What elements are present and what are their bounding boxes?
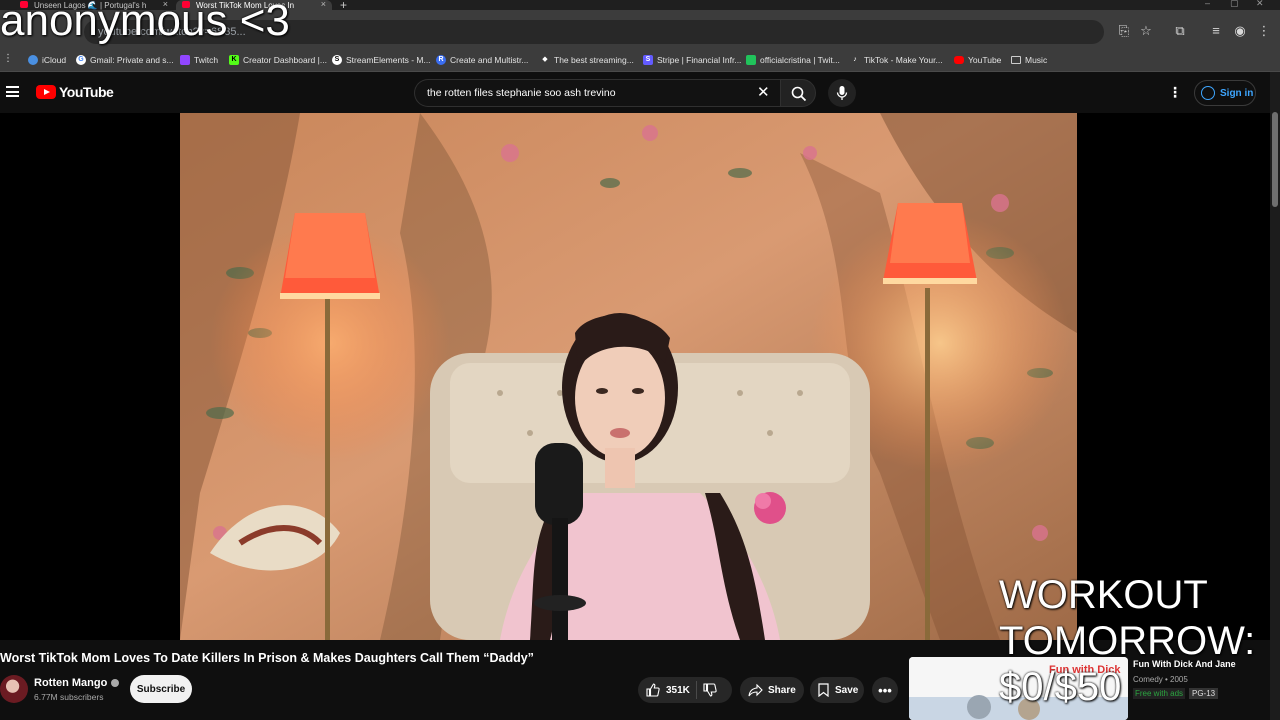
search-icon — [791, 86, 807, 102]
stripe-icon: S — [643, 55, 653, 65]
bookmark-item[interactable]: S Stripe | Financial Infr... — [643, 53, 741, 67]
twitch-icon — [180, 55, 190, 65]
maximize-icon[interactable]: ▢ — [1230, 0, 1239, 9]
clear-search-icon[interactable]: ✕ — [757, 83, 770, 101]
goal-line: TOMORROW: — [999, 619, 1256, 663]
settings-menu-icon[interactable]: ⋮ — [1168, 84, 1182, 101]
video-frame[interactable] — [180, 113, 1077, 640]
browser-menu-icon[interactable]: ⋮ — [1256, 23, 1272, 39]
google-icon: G — [76, 55, 86, 65]
bookmark-item[interactable]: Twitch — [180, 53, 218, 67]
bookmark-icon — [818, 683, 829, 697]
streamelements-icon: S — [332, 55, 342, 65]
tiktok-icon: ♪ — [853, 56, 857, 63]
like-dislike-group: 351K — [638, 677, 732, 703]
youtube-play-icon — [36, 85, 56, 99]
kick-icon: K — [229, 55, 239, 65]
account-icon — [1201, 86, 1215, 100]
diamond-icon: ◆ — [542, 56, 548, 63]
sign-in-button[interactable]: Sign in — [1194, 80, 1256, 106]
more-horizontal-icon: ••• — [878, 682, 892, 698]
goal-line: WORKOUT — [999, 573, 1208, 617]
bookmark-item[interactable]: officialcristina | Twit... — [746, 53, 840, 67]
scrollbar-thumb[interactable] — [1272, 112, 1278, 207]
thumbs-down-icon — [703, 683, 717, 697]
subscribe-button[interactable]: Subscribe — [130, 675, 192, 703]
share-button[interactable]: Share — [740, 677, 804, 703]
bookmark-item[interactable]: G Gmail: Private and s... — [76, 53, 174, 67]
search-button[interactable] — [780, 79, 816, 107]
bookmark-item[interactable]: YouTube — [954, 53, 1001, 67]
save-button[interactable]: Save — [810, 677, 864, 703]
bookmark-item[interactable]: K Creator Dashboard |... — [229, 53, 327, 67]
media-control-icon[interactable]: ≡ — [1208, 23, 1224, 38]
restream-icon: R — [436, 55, 446, 65]
voice-search-button[interactable] — [828, 79, 856, 107]
extensions-icon[interactable]: ⧉ — [1172, 23, 1188, 39]
minimize-icon[interactable]: – — [1205, 0, 1210, 8]
channel-avatar[interactable] — [0, 675, 28, 703]
microphone-icon — [836, 86, 848, 100]
dislike-button[interactable] — [703, 683, 717, 697]
youtube-logo[interactable]: YouTube — [36, 84, 114, 100]
video-frame-image — [180, 113, 1077, 640]
bookmark-item[interactable]: iCloud — [28, 53, 66, 67]
verified-badge-icon — [111, 679, 120, 687]
thumbs-up-icon — [646, 683, 660, 697]
stream-overlay-goal: WORKOUT TOMORROW: $0/$50 — [999, 572, 1280, 710]
cloud-icon — [28, 55, 38, 65]
apps-grid-icon[interactable]: ⋮ — [0, 53, 16, 64]
close-icon[interactable]: × — [321, 0, 326, 9]
bookmark-item[interactable]: S StreamElements - M... — [332, 53, 431, 67]
stream-overlay-name: anonymous <3 — [0, 0, 290, 45]
search-input[interactable]: the rotten files stephanie soo ash trevi… — [414, 79, 780, 107]
subscriber-count: 6.77M subscribers — [34, 692, 104, 702]
hamburger-menu-icon[interactable] — [6, 86, 19, 97]
bookmark-item[interactable]: ◆ The best streaming... — [540, 53, 634, 67]
goal-progress: $0/$50 — [999, 665, 1122, 709]
twitch-green-icon — [746, 55, 756, 65]
more-actions-button[interactable]: ••• — [872, 677, 898, 703]
bookmark-item[interactable]: Music — [1011, 53, 1047, 67]
window-close-icon[interactable]: ✕ — [1256, 0, 1264, 9]
channel-name[interactable]: Rotten Mango — [34, 677, 120, 689]
install-app-icon[interactable]: ⎘ — [1116, 23, 1132, 39]
share-arrow-icon — [748, 683, 763, 696]
screen: Unseen Lagos 🌊 | Portugal's h × Worst Ti… — [0, 0, 1280, 720]
divider — [695, 681, 697, 699]
folder-icon — [1011, 56, 1021, 64]
bookmark-item[interactable]: R Create and Multistr... — [436, 53, 528, 67]
video-title: Worst TikTok Mom Loves To Date Killers I… — [0, 651, 534, 665]
bookmark-star-icon[interactable]: ☆ — [1138, 23, 1154, 39]
youtube-icon — [954, 56, 964, 64]
bookmark-item[interactable]: ♪ TikTok - Make Your... — [850, 53, 942, 67]
like-button[interactable]: 351K — [638, 683, 690, 697]
profile-icon[interactable]: ◉ — [1232, 23, 1248, 39]
